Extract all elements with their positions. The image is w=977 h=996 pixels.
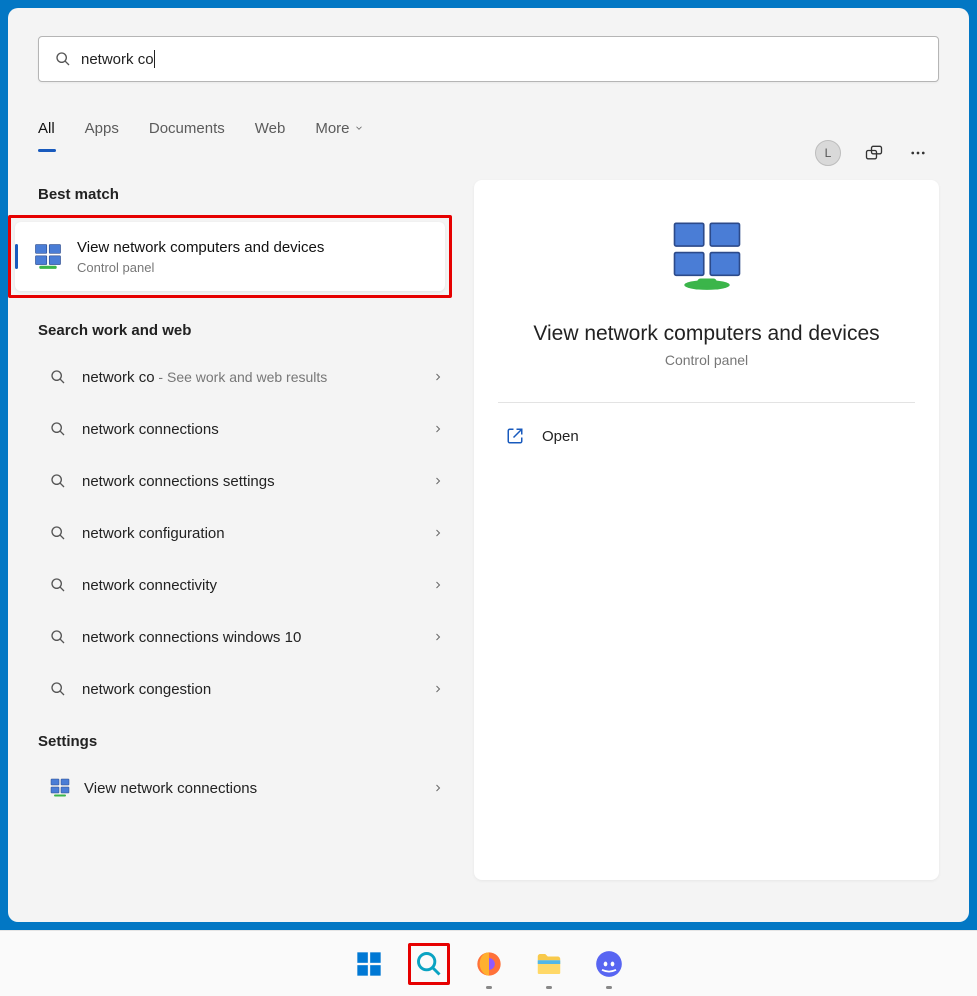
suggestion-item[interactable]: network congestion — [38, 663, 448, 715]
chevron-right-icon — [432, 475, 444, 487]
search-icon — [50, 369, 66, 385]
suggestion-item[interactable]: network connections settings — [38, 455, 448, 507]
search-icon — [50, 629, 66, 645]
chevron-right-icon — [432, 371, 444, 383]
tab-more[interactable]: More — [315, 110, 363, 146]
taskbar-discord[interactable] — [588, 943, 630, 985]
start-button[interactable] — [348, 943, 390, 985]
tab-web[interactable]: Web — [255, 110, 286, 146]
chevron-right-icon — [432, 683, 444, 695]
best-match-result[interactable]: View network computers and devices Contr… — [15, 222, 445, 291]
tab-all[interactable]: All — [38, 110, 55, 146]
folder-icon — [534, 949, 564, 979]
chevron-right-icon — [432, 631, 444, 643]
chevron-right-icon — [432, 579, 444, 591]
window-frame: network co All Apps Documents Web More L… — [0, 0, 977, 930]
detail-pane: View network computers and devices Contr… — [474, 180, 939, 880]
windows-logo-icon — [355, 950, 383, 978]
open-external-icon — [506, 427, 524, 445]
best-match-heading: Best match — [38, 186, 448, 203]
firefox-icon — [475, 950, 503, 978]
network-computers-icon — [33, 242, 63, 272]
search-icon — [50, 525, 66, 541]
suggestion-item[interactable]: network connectivity — [38, 559, 448, 611]
results-column: Best match View network computers and de… — [38, 180, 448, 880]
suggestion-item[interactable]: network connections — [38, 403, 448, 455]
suggestion-item[interactable]: network connections windows 10 — [38, 611, 448, 663]
network-computers-icon-large — [668, 220, 746, 298]
chevron-right-icon — [432, 782, 444, 794]
chevron-down-icon — [354, 123, 364, 133]
search-icon — [50, 681, 66, 697]
chevron-right-icon — [432, 527, 444, 539]
user-avatar[interactable]: L — [815, 140, 841, 166]
detail-subtitle: Control panel — [498, 352, 915, 368]
search-icon — [50, 421, 66, 437]
divider — [498, 402, 915, 403]
search-work-web-heading: Search work and web — [38, 322, 448, 339]
filter-tabs: All Apps Documents Web More — [38, 110, 939, 146]
open-action[interactable]: Open — [498, 427, 915, 445]
chevron-right-icon — [432, 423, 444, 435]
search-icon — [55, 51, 71, 67]
network-connections-icon — [48, 776, 72, 800]
suggestion-item[interactable]: network configuration — [38, 507, 448, 559]
taskbar-search-button[interactable] — [408, 943, 450, 985]
chat-icon[interactable] — [863, 142, 885, 164]
search-input[interactable]: network co — [81, 50, 155, 68]
settings-heading: Settings — [38, 733, 448, 750]
best-match-title: View network computers and devices — [77, 238, 324, 258]
search-icon — [415, 950, 443, 978]
detail-title: View network computers and devices — [498, 322, 915, 346]
search-panel: network co All Apps Documents Web More L… — [8, 8, 969, 922]
search-icon — [50, 473, 66, 489]
tab-apps[interactable]: Apps — [85, 110, 119, 146]
search-icon — [50, 577, 66, 593]
more-options-icon[interactable] — [907, 142, 929, 164]
tab-documents[interactable]: Documents — [149, 110, 225, 146]
best-match-subtitle: Control panel — [77, 260, 324, 275]
suggestion-item[interactable]: network co - See work and web results — [38, 351, 448, 403]
taskbar — [0, 930, 977, 996]
settings-result[interactable]: View network connections — [38, 762, 448, 814]
open-label: Open — [542, 428, 579, 445]
highlight-annotation: View network computers and devices Contr… — [8, 215, 452, 298]
search-box[interactable]: network co — [38, 36, 939, 82]
taskbar-file-explorer[interactable] — [528, 943, 570, 985]
taskbar-firefox[interactable] — [468, 943, 510, 985]
discord-icon — [595, 950, 623, 978]
